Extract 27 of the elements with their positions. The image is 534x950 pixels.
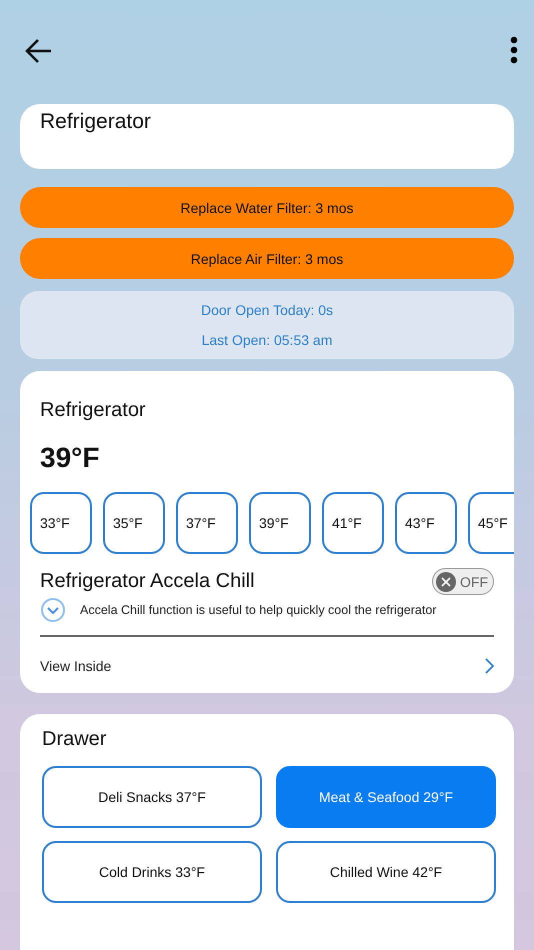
- chevron-right-icon[interactable]: [484, 658, 494, 674]
- door-info-text: Door Open Today: 0s: [200, 302, 334, 318]
- temperature-option[interactable]: 45°F: [468, 492, 514, 554]
- current-temperature: 39°F: [40, 442, 100, 473]
- section-title: Refrigerator: [40, 399, 146, 421]
- expand-icon[interactable]: [40, 597, 66, 623]
- more-icon[interactable]: [510, 36, 518, 64]
- drawer-mode-button[interactable]: Chilled Wine 42°F: [276, 841, 496, 903]
- drawer-mode-button[interactable]: Deli Snacks 37°F: [42, 766, 262, 828]
- x-icon: [441, 576, 451, 586]
- filter-alert-button[interactable]: Replace Water Filter: 3 mos: [20, 187, 514, 228]
- accela-chill-title: Refrigerator Accela Chill: [40, 570, 255, 593]
- accela-chill-toggle[interactable]: OFF: [432, 568, 494, 595]
- temperature-option[interactable]: 41°F: [322, 492, 384, 554]
- temperature-option[interactable]: 35°F: [103, 492, 165, 554]
- filter-alert-button[interactable]: Replace Air Filter: 3 mos: [20, 238, 514, 279]
- drawer-mode-button[interactable]: Meat & Seafood 29°F: [276, 766, 496, 828]
- section-title: Drawer: [42, 728, 106, 750]
- view-inside-link[interactable]: View Inside: [40, 658, 112, 674]
- temperature-option[interactable]: 43°F: [395, 492, 457, 554]
- temperature-option[interactable]: 33°F: [30, 492, 92, 554]
- drawer-mode-button[interactable]: Cold Drinks 33°F: [42, 841, 262, 903]
- door-info-text: Last Open: 05:53 am: [202, 332, 332, 348]
- temperature-option[interactable]: 39°F: [249, 492, 311, 554]
- page-title: Refrigerator: [40, 110, 151, 133]
- accela-chill-description: Accela Chill function is useful to help quickly cool the refrigerator: [80, 603, 436, 617]
- temperature-option[interactable]: 37°F: [176, 492, 238, 554]
